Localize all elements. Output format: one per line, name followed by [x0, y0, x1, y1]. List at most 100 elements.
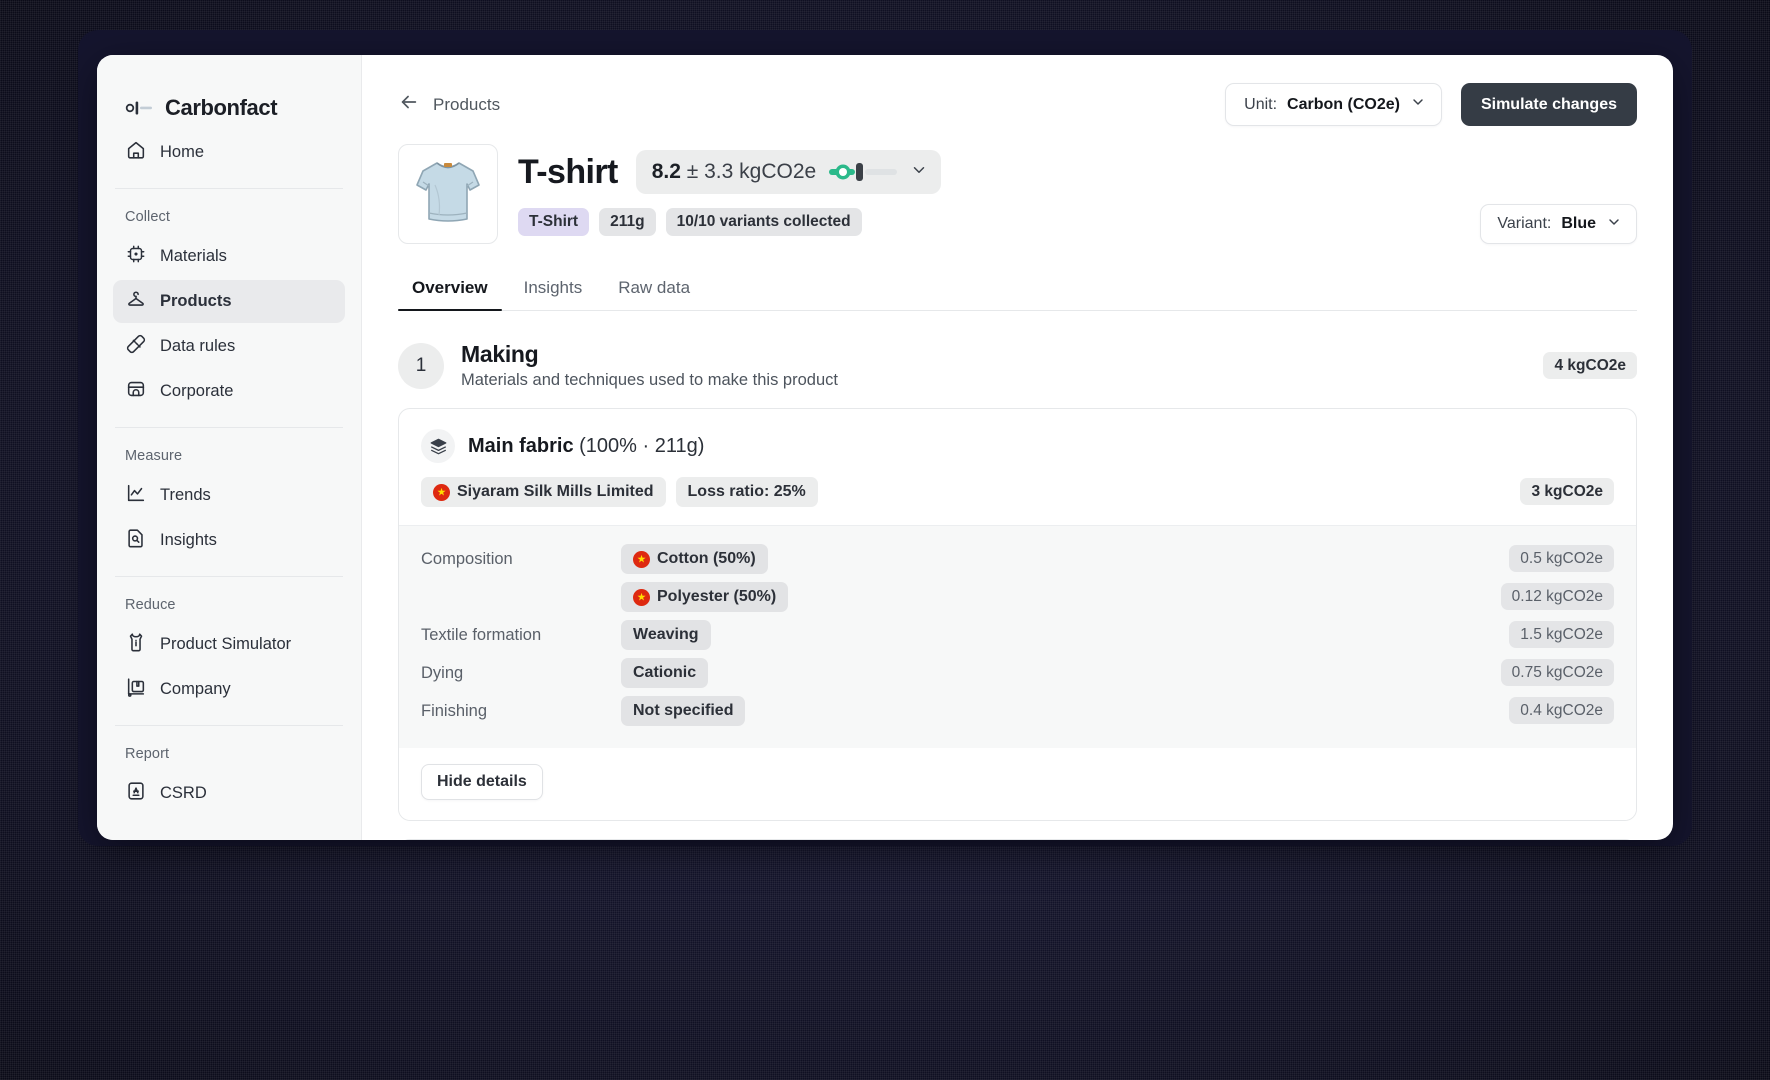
flag-cn-icon: ★	[433, 483, 450, 501]
tab-raw-data[interactable]: Raw data	[604, 270, 704, 310]
sidebar-item-label: Data rules	[160, 337, 236, 355]
brand-name: Carbonfact	[165, 94, 278, 120]
detail-value: 0.12 kgCO2e	[1500, 583, 1614, 610]
sidebar-item-home[interactable]: Home	[113, 131, 345, 174]
detail-value-pill: 1.5 kgCO2e	[1509, 621, 1614, 648]
chevron-down-icon[interactable]	[910, 161, 928, 184]
card-title-bold: Main fabric	[468, 434, 574, 457]
carbon-score-value: 8.2 ± 3.3 kgCO2e	[652, 160, 816, 184]
arrow-left-icon	[398, 91, 420, 118]
detail-row-textile-formation: Textile formation Weaving 1.5 kgCO2e	[421, 616, 1614, 654]
badge-weight: 211g	[599, 208, 656, 236]
detail-value: 0.4 kgCO2e	[1509, 697, 1614, 724]
detail-value-pill: 0.12 kgCO2e	[1500, 583, 1614, 610]
sidebar-item-label: Products	[160, 292, 232, 310]
sidebar-item-label: Corporate	[160, 382, 234, 400]
detail-value: 0.75 kgCO2e	[1500, 659, 1614, 686]
chip-label: Not specified	[633, 702, 734, 719]
chip-label: Polyester (50%)	[657, 588, 777, 605]
sidebar-item-materials[interactable]: Materials	[113, 235, 345, 278]
sidebar-item-label: Product Simulator	[160, 635, 292, 653]
sidebar-item-trends[interactable]: Trends	[113, 474, 345, 517]
sidebar-item-label: Materials	[160, 247, 227, 265]
home-icon	[125, 139, 147, 166]
tshirt-photo	[409, 155, 487, 234]
card-footer: Hide details	[399, 748, 1636, 820]
sidebar-group-title-report: Report	[125, 746, 170, 762]
product-header-right: Variant: Blue	[1480, 144, 1637, 244]
section-making-header: 1 Making Materials and techniques used t…	[398, 341, 1637, 390]
unit-select-prefix: Unit:	[1244, 95, 1278, 113]
score-number: 8.2	[651, 160, 681, 183]
chip-label: Cotton (50%)	[657, 550, 756, 567]
tab-overview[interactable]: Overview	[398, 270, 502, 311]
chip-not-specified[interactable]: Not specified	[621, 696, 746, 726]
detail-label: Dying	[421, 663, 464, 682]
sidebar-divider	[115, 576, 343, 577]
grade-indicator	[829, 161, 898, 183]
brand[interactable]: Carbonfact	[113, 55, 345, 131]
sidebar-item-label: Insights	[160, 531, 217, 549]
flag-cn-icon: ★	[633, 550, 650, 568]
card-assembling: Assembling ★ Siyaram Silk Mills Limited …	[398, 839, 1637, 840]
sidebar-group-title-collect: Collect	[125, 209, 171, 225]
chip-label: Weaving	[633, 626, 699, 643]
sidebar-item-csrd[interactable]: CSRD	[113, 772, 345, 815]
score-uncertainty: ± 3.3 kgCO2e	[686, 160, 817, 183]
section-total-value: 4 kgCO2e	[1543, 351, 1637, 379]
chip-cationic[interactable]: Cationic	[621, 658, 709, 688]
sidebar-item-data-rules[interactable]: Data rules	[113, 325, 345, 368]
chip-cotton[interactable]: ★ Cotton (50%)	[621, 544, 768, 574]
detail-row-dying: Dying Cationic 0.75 kgCO2e	[421, 654, 1614, 692]
chip-supplier[interactable]: ★ Siyaram Silk Mills Limited	[421, 477, 666, 507]
detail-value-pill: 0.5 kgCO2e	[1509, 545, 1614, 572]
variant-select-prefix: Variant:	[1497, 215, 1552, 232]
product-thumbnail[interactable]	[398, 144, 498, 244]
sidebar-item-corporate[interactable]: Corporate	[113, 370, 345, 413]
simulate-changes-button[interactable]: Simulate changes	[1460, 83, 1637, 126]
sidebar-item-label: Trends	[160, 486, 211, 504]
ruler-icon	[125, 333, 147, 360]
card-title-row: Main fabric (100% · 211g)	[421, 429, 1614, 463]
product-badges: T-Shirt 211g 10/10 variants collected	[518, 208, 941, 236]
tab-bar: Overview Insights Raw data	[398, 270, 1637, 311]
top-actions: Unit: Carbon (CO2e) Simulate changes	[1225, 83, 1637, 126]
detail-label: Finishing	[421, 701, 488, 720]
detail-row-composition-cotton: Composition ★ Cotton (50%) 0.5 kgCO2e	[421, 540, 1614, 578]
chip-label: Cationic	[633, 664, 697, 681]
sidebar-item-insights[interactable]: Insights	[113, 519, 345, 562]
sidebar-item-company[interactable]: Company	[113, 668, 345, 711]
chip-polyester[interactable]: ★ Polyester (50%)	[621, 582, 789, 612]
card-value-pill: 3 kgCO2e	[1520, 478, 1614, 505]
unit-select[interactable]: Unit: Carbon (CO2e)	[1225, 83, 1442, 126]
chip-loss-ratio[interactable]: Loss ratio: 25%	[675, 477, 818, 507]
sidebar-item-label: CSRD	[160, 784, 207, 802]
flag-cn-icon: ★	[633, 588, 650, 606]
detail-value: 1.5 kgCO2e	[1509, 621, 1614, 648]
detail-value-pill: 0.75 kgCO2e	[1500, 659, 1614, 686]
main-content: Products Unit: Carbon (CO2e) Simulate ch…	[362, 55, 1673, 840]
card-title: Main fabric (100% · 211g)	[468, 435, 704, 458]
detail-row-composition-polyester: ★ Polyester (50%) 0.12 kgCO2e	[421, 578, 1614, 616]
warehouse-icon	[125, 676, 147, 703]
section-title: Making	[461, 341, 539, 367]
breadcrumb-back-products[interactable]: Products	[398, 91, 500, 118]
hide-details-button[interactable]: Hide details	[421, 764, 543, 800]
main-fabric-details: Composition ★ Cotton (50%) 0.5 kgCO2e ★	[399, 525, 1636, 748]
carbon-score-pill[interactable]: 8.2 ± 3.3 kgCO2e	[635, 150, 942, 194]
detail-row-finishing: Finishing Not specified 0.4 kgCO2e	[421, 692, 1614, 730]
certificate-icon	[125, 780, 147, 807]
sidebar-group-title-measure: Measure	[125, 448, 183, 464]
product-title-row: T-shirt 8.2 ± 3.3 kgCO2e	[518, 144, 942, 194]
variant-select[interactable]: Variant: Blue	[1480, 204, 1637, 244]
section-subtitle: Materials and techniques used to make th…	[461, 371, 838, 389]
sidebar-item-product-simulator[interactable]: Product Simulator	[113, 623, 345, 666]
chip-weaving[interactable]: Weaving	[621, 620, 711, 650]
card-main-fabric: Main fabric (100% · 211g) ★ Siyaram Silk…	[398, 408, 1637, 821]
chevron-down-icon	[1410, 94, 1426, 115]
card-chip-row: ★ Siyaram Silk Mills Limited Loss ratio:…	[421, 477, 1614, 507]
carbonfact-logo-icon	[125, 100, 155, 116]
tab-insights[interactable]: Insights	[510, 270, 597, 310]
sidebar-item-products[interactable]: Products	[113, 280, 345, 323]
sidebar-item-label: Company	[160, 680, 231, 698]
